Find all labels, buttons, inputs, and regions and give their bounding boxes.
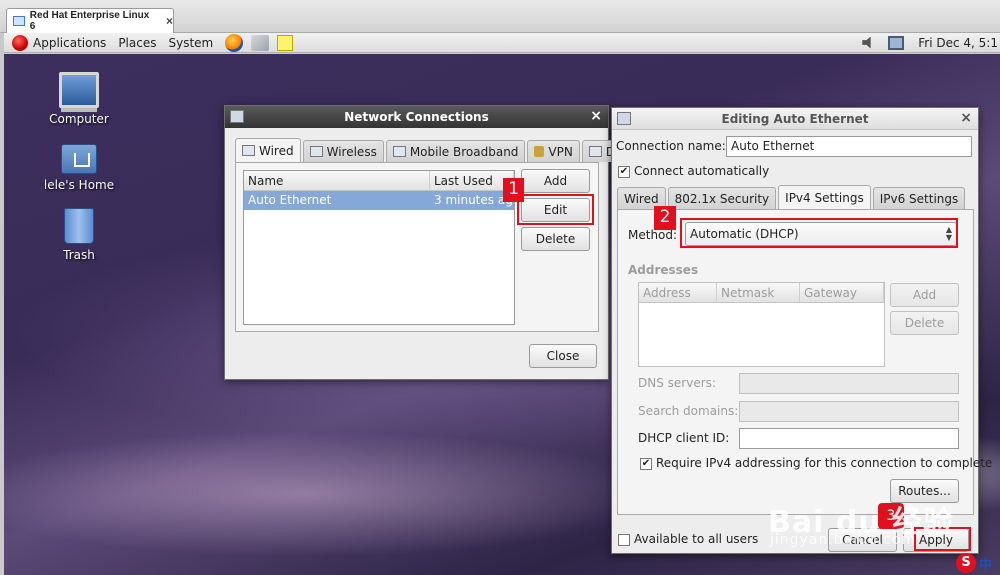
host-tab-title: Red Hat Enterprise Linux 6 xyxy=(29,10,150,32)
require-ipv4-label: Require IPv4 addressing for this connect… xyxy=(656,456,993,470)
tab-label: Wireless xyxy=(326,144,377,159)
dns-servers-field[interactable] xyxy=(739,373,959,394)
combo-arrows-icon: ▲ ▼ xyxy=(945,225,952,242)
dsl-icon xyxy=(588,146,602,157)
available-all-users-checkbox[interactable] xyxy=(618,534,630,546)
editing-connection-window: Editing Auto Ethernet × Connection name:… xyxy=(611,107,992,554)
firefox-icon[interactable] xyxy=(225,33,244,52)
ime-indicator[interactable]: S 中 xyxy=(956,553,992,573)
addresses-heading: Addresses xyxy=(628,263,699,277)
network-window-icon xyxy=(617,112,631,125)
tab-label: Wired xyxy=(259,143,294,158)
close-button[interactable]: Close xyxy=(529,344,597,368)
tab-label: VPN xyxy=(548,144,573,159)
connection-name-label: Connection name: xyxy=(616,139,726,153)
annotation-step-2: 2 xyxy=(654,206,676,230)
host-tab[interactable]: Red Hat Enterprise Linux 6 × xyxy=(6,8,174,33)
trash-icon xyxy=(64,208,94,244)
redhat-logo-icon xyxy=(12,34,28,51)
network-window-icon xyxy=(230,110,244,123)
clock[interactable]: Fri Dec 4, 5:1 xyxy=(918,36,998,50)
volume-icon[interactable] xyxy=(862,36,871,49)
close-tab-icon[interactable]: × xyxy=(166,14,173,28)
edit-button[interactable]: Edit xyxy=(521,198,590,222)
method-label: Method: xyxy=(628,228,678,242)
vm-icon xyxy=(13,16,25,26)
desktop-icon-label: Trash xyxy=(63,248,95,262)
column-address[interactable]: Address xyxy=(639,283,717,302)
cancel-button[interactable]: Cancel xyxy=(828,528,897,552)
sogou-logo-icon: S xyxy=(956,553,976,573)
tab-ipv6-settings[interactable]: IPv6 Settings xyxy=(872,187,966,209)
list-header: Name Last Used xyxy=(244,171,514,191)
method-select[interactable]: Automatic (DHCP) ▲ ▼ xyxy=(685,222,957,246)
connection-name-field[interactable]: Auto Ethernet xyxy=(726,136,972,157)
close-icon[interactable]: × xyxy=(590,108,602,124)
window-title: Editing Auto Ethernet xyxy=(721,111,869,126)
add-address-button[interactable]: Add xyxy=(890,283,959,307)
method-value: Automatic (DHCP) xyxy=(690,227,799,241)
connection-type-tabs: Wired Wireless Mobile Broadband VPN DSL xyxy=(235,138,638,162)
tab-8021x-security[interactable]: 802.1x Security xyxy=(667,187,777,209)
menu-applications[interactable]: Applications xyxy=(33,36,106,50)
search-domains-label: Search domains: xyxy=(638,404,739,418)
window-titlebar[interactable]: Network Connections × xyxy=(225,106,608,128)
tab-wireless[interactable]: Wireless xyxy=(302,140,384,162)
wireless-icon xyxy=(309,146,323,157)
connect-automatically-checkbox[interactable]: ✔ xyxy=(618,166,630,178)
connection-list[interactable]: Name Last Used Auto Ethernet 3 minutes a… xyxy=(243,170,515,325)
table-row[interactable]: Auto Ethernet 3 minutes ago xyxy=(244,191,514,210)
dhcp-client-id-label: DHCP client ID: xyxy=(638,431,730,445)
top-panel: Applications Places System Fri Dec 4, 5:… xyxy=(4,33,1000,53)
network-status-icon[interactable] xyxy=(888,35,905,50)
close-icon[interactable]: × xyxy=(960,110,972,126)
mail-icon[interactable] xyxy=(251,34,270,51)
delete-address-button[interactable]: Delete xyxy=(890,311,959,335)
menu-system[interactable]: System xyxy=(168,36,213,50)
add-button[interactable]: Add xyxy=(521,169,590,193)
lock-icon xyxy=(534,146,545,157)
dhcp-client-id-field[interactable] xyxy=(739,428,959,449)
annotation-step-1: 1 xyxy=(503,178,524,202)
addresses-table[interactable]: Address Netmask Gateway xyxy=(638,282,885,367)
require-ipv4-checkbox[interactable]: ✔ xyxy=(640,458,652,470)
column-name[interactable]: Name xyxy=(244,171,430,190)
wired-icon xyxy=(242,145,255,156)
desktop-icon-trash[interactable]: Trash xyxy=(34,208,124,262)
menu-places[interactable]: Places xyxy=(118,36,156,50)
delete-button[interactable]: Delete xyxy=(521,227,590,251)
notes-icon[interactable] xyxy=(277,34,294,51)
dns-servers-label: DNS servers: xyxy=(638,376,716,390)
column-netmask[interactable]: Netmask xyxy=(717,283,800,302)
connect-automatically-label: Connect automatically xyxy=(634,164,770,178)
host-tab-bar: Red Hat Enterprise Linux 6 × xyxy=(0,0,1000,33)
tab-ipv4-settings[interactable]: IPv4 Settings xyxy=(778,185,871,209)
antenna-icon xyxy=(392,146,406,157)
tab-wired[interactable]: Wired xyxy=(235,138,301,162)
search-domains-field[interactable] xyxy=(739,401,959,422)
column-gateway[interactable]: Gateway xyxy=(800,283,884,302)
apply-button[interactable]: Apply xyxy=(903,528,969,552)
desktop-icon-label: Computer xyxy=(49,112,109,126)
window-titlebar[interactable]: Editing Auto Ethernet × xyxy=(612,108,978,130)
network-connections-window: Network Connections × Wired Wireless Mob… xyxy=(224,105,637,380)
tab-vpn[interactable]: VPN xyxy=(527,140,580,162)
available-all-users-label: Available to all users xyxy=(634,532,759,546)
desktop-icon-computer[interactable]: Computer xyxy=(34,72,124,126)
annotation-step-3: 3 xyxy=(878,503,904,529)
desktop-icon-label: lele's Home xyxy=(43,178,115,192)
routes-button[interactable]: Routes... xyxy=(890,479,959,503)
tab-mobile-broadband[interactable]: Mobile Broadband xyxy=(385,140,526,162)
home-folder-icon xyxy=(61,144,97,174)
column-last-used[interactable]: Last Used xyxy=(430,171,514,190)
computer-icon xyxy=(59,72,99,108)
desktop-icon-home[interactable]: lele's Home xyxy=(34,144,124,192)
row-name: Auto Ethernet xyxy=(248,193,332,207)
tab-label: Mobile Broadband xyxy=(409,144,519,159)
row-last-used: 3 minutes ago xyxy=(434,193,514,207)
ime-language: 中 xyxy=(979,557,993,573)
window-title: Network Connections xyxy=(344,110,489,124)
list-header: Address Netmask Gateway xyxy=(639,283,884,303)
